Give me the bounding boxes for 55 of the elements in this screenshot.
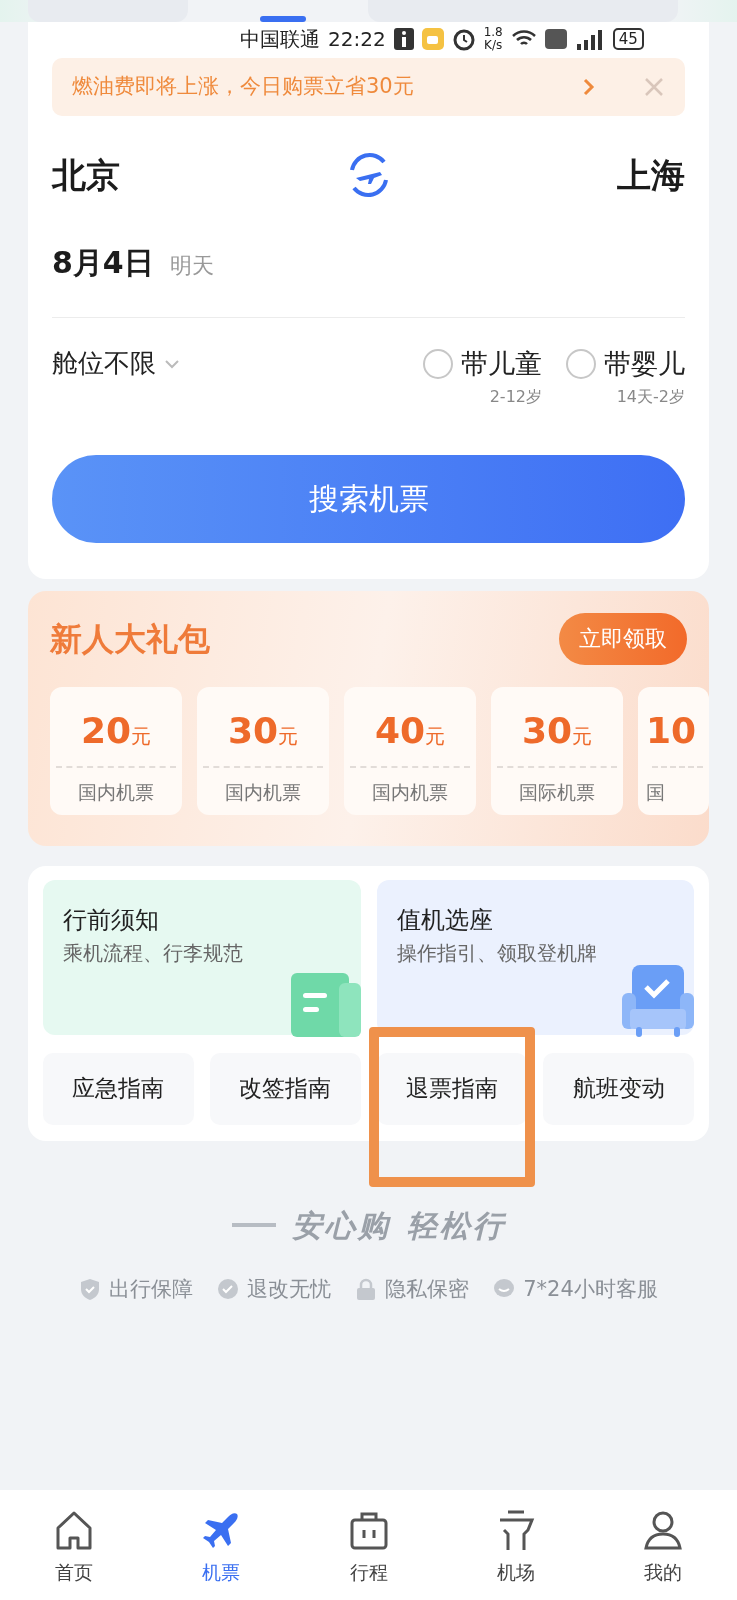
coupon-card[interactable]: 20元 国内机票: [50, 686, 182, 815]
battery-indicator: 45: [612, 28, 644, 50]
departure-date[interactable]: 8月4日: [52, 240, 154, 285]
nav-tab[interactable]: 行程: [294, 1490, 443, 1600]
search-button[interactable]: 搜索机票: [52, 454, 685, 543]
guarantee-label: 隐私保密: [385, 1275, 470, 1303]
clock-time: 22:22: [328, 26, 386, 53]
shield-icon: [79, 1278, 102, 1301]
guarantee-label: 7*24小时客服: [523, 1275, 658, 1303]
coupon-card[interactable]: 40元 国内机票: [344, 686, 476, 815]
close-icon[interactable]: [643, 76, 665, 98]
coupon-card[interactable]: 10 国: [638, 686, 709, 815]
nav-tab[interactable]: 机场: [442, 1490, 590, 1600]
alarm-clock-icon: [451, 27, 476, 51]
lock-icon: [355, 1278, 378, 1301]
promo-title: 新人大礼包: [50, 618, 210, 660]
network-speed: 1.8 K/s: [483, 25, 503, 53]
coupon-card[interactable]: 30元 国内机票: [197, 686, 329, 815]
hd-icon: [544, 29, 567, 49]
guide-link[interactable]: 改签指南: [209, 1052, 361, 1125]
departure-city[interactable]: 北京: [52, 149, 120, 201]
nav-tab[interactable]: 首页: [0, 1490, 148, 1600]
document-icon: [290, 970, 361, 1037]
info-icon: [393, 28, 414, 50]
passenger-option[interactable]: 带婴儿: [604, 344, 685, 385]
suitcase-icon: [348, 1510, 389, 1552]
day-label: 明天: [169, 252, 214, 280]
carrier-name: 中国联通: [240, 26, 320, 53]
radio-button[interactable]: [566, 349, 596, 380]
coupon-card[interactable]: 30元 国际机票: [491, 686, 623, 815]
passenger-option[interactable]: 带儿童: [461, 344, 542, 385]
guarantee-label: 出行保障: [109, 1275, 194, 1303]
tab-indicator: [260, 16, 306, 22]
chevron-right-icon: [583, 78, 595, 96]
nav-tab[interactable]: 机票: [147, 1490, 295, 1600]
age-range: 2-12岁: [489, 385, 542, 408]
cabin-dropdown[interactable]: 舱位不限: [52, 344, 180, 383]
radio-button[interactable]: [423, 349, 453, 380]
slogan-text: 安心购: [291, 1206, 391, 1245]
person-icon: [643, 1510, 684, 1552]
chevron-down-icon: [164, 358, 180, 369]
guide-link[interactable]: 退票指南: [376, 1052, 528, 1125]
nav-tab[interactable]: 我的: [589, 1490, 737, 1600]
notice-text: 燃油费即将上涨，今日购票立省30元: [72, 73, 414, 101]
guide-link[interactable]: 航班变动: [543, 1052, 694, 1125]
guarantee-label: 退改无忧: [247, 1275, 332, 1303]
armchair-icon: [622, 964, 694, 1037]
arrival-city[interactable]: 上海: [617, 149, 685, 201]
age-range: 14天-2岁: [616, 385, 685, 408]
guide-card[interactable]: 值机选座 操作指引、领取登机牌: [376, 879, 694, 1035]
guide-link[interactable]: 应急指南: [43, 1052, 194, 1125]
check-circle-icon: [217, 1278, 240, 1301]
guide-card[interactable]: 行前须知 乘机流程、行李规范: [43, 879, 361, 1035]
signal-icon: [574, 28, 605, 50]
slogan-text: 轻松行: [406, 1206, 506, 1245]
